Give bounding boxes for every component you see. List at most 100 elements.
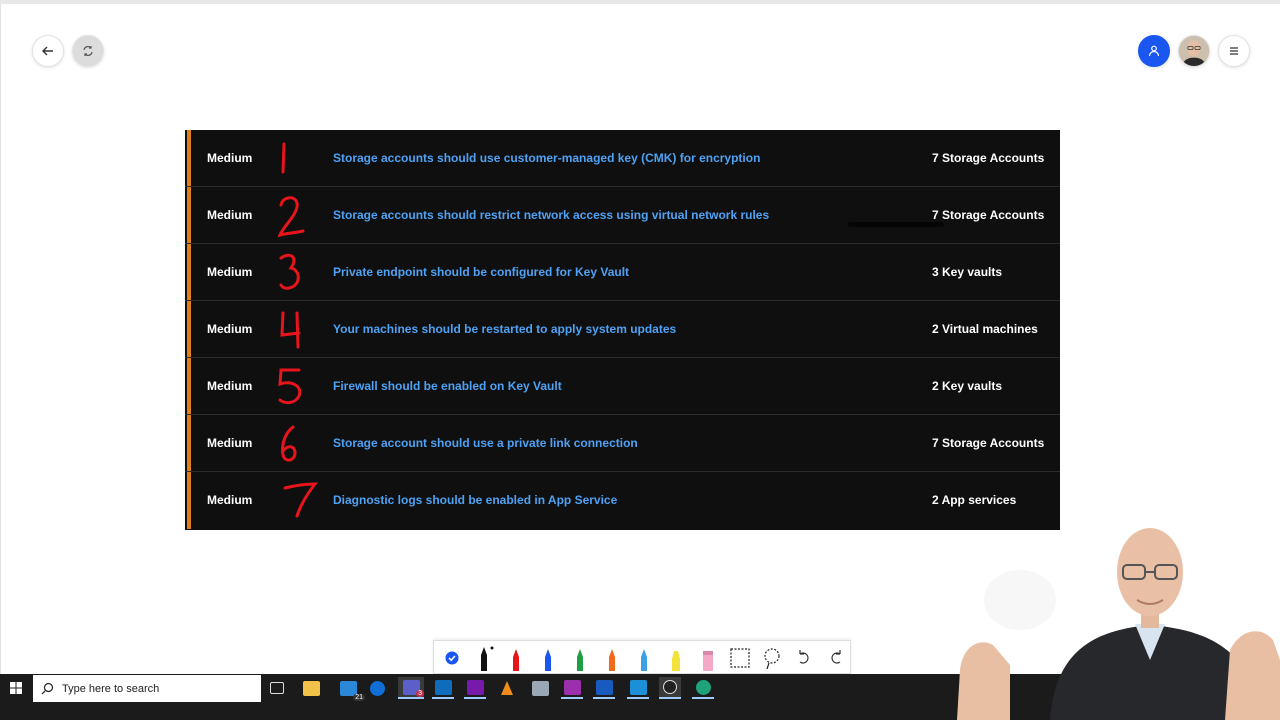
handwritten-number <box>277 187 321 244</box>
highlighter-yellow[interactable] <box>662 644 690 672</box>
affected-resources: 7 Storage Accounts <box>932 436 1045 450</box>
teams[interactable]: 3 <box>398 677 424 699</box>
person-icon <box>1148 45 1160 57</box>
pen-toolbar <box>433 640 851 674</box>
visual-studio[interactable]: 21 <box>335 677 365 701</box>
teamviewer-icon <box>369 680 385 696</box>
teamviewer[interactable] <box>366 677 388 699</box>
taskbar-search[interactable]: Type here to search <box>33 675 261 702</box>
pen-lightblue[interactable] <box>630 644 658 672</box>
vlc-icon <box>501 681 513 695</box>
pen-green-icon <box>577 649 583 671</box>
recommendation-link[interactable]: Firewall should be enabled on Key Vault <box>333 358 562 415</box>
vlc[interactable] <box>496 677 518 699</box>
recommendation-link[interactable]: Storage accounts should use customer-man… <box>333 130 760 187</box>
avatar[interactable] <box>1178 35 1210 67</box>
severity-label: Medium <box>207 322 253 336</box>
select-check-icon <box>445 651 459 665</box>
task-view[interactable] <box>266 677 288 699</box>
table-row[interactable]: Medium Firewall should be enabled on Key… <box>185 358 1060 415</box>
recommendations-table: Medium Storage accounts should use custo… <box>185 130 1060 530</box>
severity-bar <box>187 244 191 300</box>
severity-label: Medium <box>207 379 253 393</box>
redo-icon <box>831 650 841 664</box>
handwritten-number <box>277 130 321 187</box>
undo-button[interactable] <box>790 644 818 672</box>
table-row[interactable]: Medium Private endpoint should be config… <box>185 244 1060 301</box>
table-row[interactable]: Medium Your machines should be restarted… <box>185 301 1060 358</box>
hamburger-menu-icon <box>1230 47 1238 55</box>
onenote[interactable] <box>464 677 486 699</box>
onenote-icon <box>466 679 484 695</box>
remote-desktop-icon <box>531 680 549 696</box>
severity-bar <box>187 130 191 186</box>
ruler[interactable] <box>726 644 754 672</box>
severity-label: Medium <box>207 493 253 507</box>
search-placeholder: Type here to search <box>62 682 160 695</box>
ruler-icon <box>730 648 750 668</box>
back-button[interactable] <box>32 35 64 67</box>
affected-resources: 3 Key vaults <box>932 265 1003 279</box>
table-row[interactable]: Medium Diagnostic logs should be enabled… <box>185 472 1060 529</box>
lasso-select[interactable] <box>758 644 786 672</box>
app-g[interactable] <box>561 677 583 699</box>
outlook[interactable] <box>432 677 454 699</box>
severity-bar <box>187 187 191 243</box>
top-border <box>0 0 1280 4</box>
affected-resources: 2 Virtual machines <box>932 322 1038 336</box>
recommendation-link[interactable]: Private endpoint should be configured fo… <box>333 244 629 301</box>
pen-green[interactable] <box>566 644 594 672</box>
recommendation-link[interactable]: Diagnostic logs should be enabled in App… <box>333 472 617 529</box>
pen-orange-icon <box>609 649 615 671</box>
affected-resources: 7 Storage Accounts <box>932 151 1045 165</box>
highlighter-yellow-icon <box>672 651 680 671</box>
severity-label: Medium <box>207 208 253 222</box>
pen-red-icon <box>513 649 519 671</box>
app-g-icon <box>563 679 581 695</box>
severity-label: Medium <box>207 265 253 279</box>
pen-red[interactable] <box>502 644 530 672</box>
file-explorer-icon <box>302 680 320 696</box>
menu-button[interactable] <box>1218 35 1250 67</box>
recommendation-link[interactable]: Your machines should be restarted to app… <box>333 301 676 358</box>
eraser[interactable] <box>694 644 722 672</box>
whiteboard[interactable] <box>627 677 649 699</box>
pen-black[interactable] <box>470 644 498 672</box>
severity-bar <box>187 301 191 357</box>
presenter-image <box>957 528 1280 720</box>
undo-icon <box>799 650 809 664</box>
pen-blue-icon <box>545 649 551 671</box>
word[interactable] <box>593 677 615 699</box>
select-tool[interactable] <box>438 644 466 672</box>
file-explorer[interactable] <box>300 677 322 699</box>
sync-button[interactable] <box>72 35 104 67</box>
windows-icon <box>10 682 22 694</box>
avatar-image <box>1179 36 1209 66</box>
eraser-icon <box>703 651 713 671</box>
pen-blue[interactable] <box>534 644 562 672</box>
word-icon <box>595 679 613 695</box>
search-icon <box>41 682 54 695</box>
handwritten-number <box>277 301 321 358</box>
table-row[interactable]: Medium Storage accounts should restrict … <box>185 187 1060 244</box>
table-row[interactable]: Medium Storage account should use a priv… <box>185 415 1060 472</box>
handwritten-number <box>277 415 321 472</box>
redo-button[interactable] <box>822 644 850 672</box>
severity-label: Medium <box>207 151 253 165</box>
table-row[interactable]: Medium Storage accounts should use custo… <box>185 130 1060 187</box>
affected-resources: 2 Key vaults <box>932 379 1003 393</box>
profile-button[interactable] <box>1138 35 1170 67</box>
recommendation-link[interactable]: Storage account should use a private lin… <box>333 415 638 472</box>
start-button[interactable] <box>0 674 32 702</box>
sync-icon <box>83 46 93 56</box>
pen-lightblue-icon <box>641 649 647 671</box>
handwritten-number <box>277 358 321 415</box>
severity-bar <box>187 472 191 529</box>
outlook-icon <box>434 679 452 695</box>
edge[interactable] <box>692 677 714 699</box>
recommendation-link[interactable]: Storage accounts should restrict network… <box>333 187 769 244</box>
obs[interactable] <box>659 677 681 699</box>
pen-orange[interactable] <box>598 644 626 672</box>
lasso-icon <box>764 648 780 670</box>
remote-desktop[interactable] <box>529 677 551 699</box>
